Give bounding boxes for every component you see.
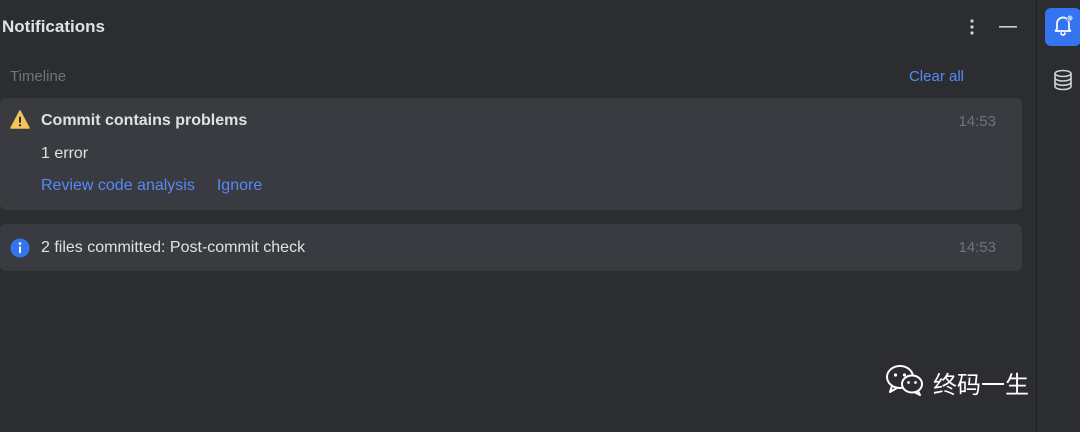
notification-time: 14:53 bbox=[958, 239, 996, 256]
clear-all-link[interactable]: Clear all bbox=[909, 68, 964, 85]
database-tool-button[interactable] bbox=[1049, 68, 1077, 96]
notification-body: 1 error bbox=[41, 145, 89, 162]
review-code-analysis-link[interactable]: Review code analysis bbox=[41, 177, 195, 194]
minimize-icon[interactable] bbox=[997, 16, 1019, 38]
watermark-text: 终码一生 bbox=[933, 371, 1029, 399]
panel-title: Notifications bbox=[2, 17, 105, 36]
database-icon bbox=[1051, 68, 1075, 97]
notification-actions: Review code analysis Ignore bbox=[41, 177, 262, 195]
notification-title: 2 files committed: Post-commit check bbox=[41, 239, 306, 256]
bell-icon bbox=[1051, 13, 1075, 42]
notification-time: 14:53 bbox=[958, 113, 996, 130]
wechat-icon bbox=[885, 364, 925, 401]
notification-card-committed[interactable]: 2 files committed: Post-commit check 14:… bbox=[0, 224, 1022, 271]
more-options-icon[interactable] bbox=[962, 16, 982, 38]
notifications-tool-button[interactable] bbox=[1045, 8, 1080, 46]
right-tool-strip bbox=[1036, 0, 1080, 432]
notification-title: Commit contains problems bbox=[41, 112, 248, 129]
watermark: 终码一生 bbox=[885, 364, 1029, 401]
warning-icon bbox=[10, 110, 30, 134]
ignore-link[interactable]: Ignore bbox=[217, 177, 262, 194]
notification-card-problems[interactable]: Commit contains problems 1 error Review … bbox=[0, 98, 1022, 210]
timeline-label: Timeline bbox=[10, 68, 67, 85]
notifications-panel: Notifications Timeline Clear all Commit … bbox=[0, 0, 1036, 432]
info-icon bbox=[10, 238, 30, 263]
